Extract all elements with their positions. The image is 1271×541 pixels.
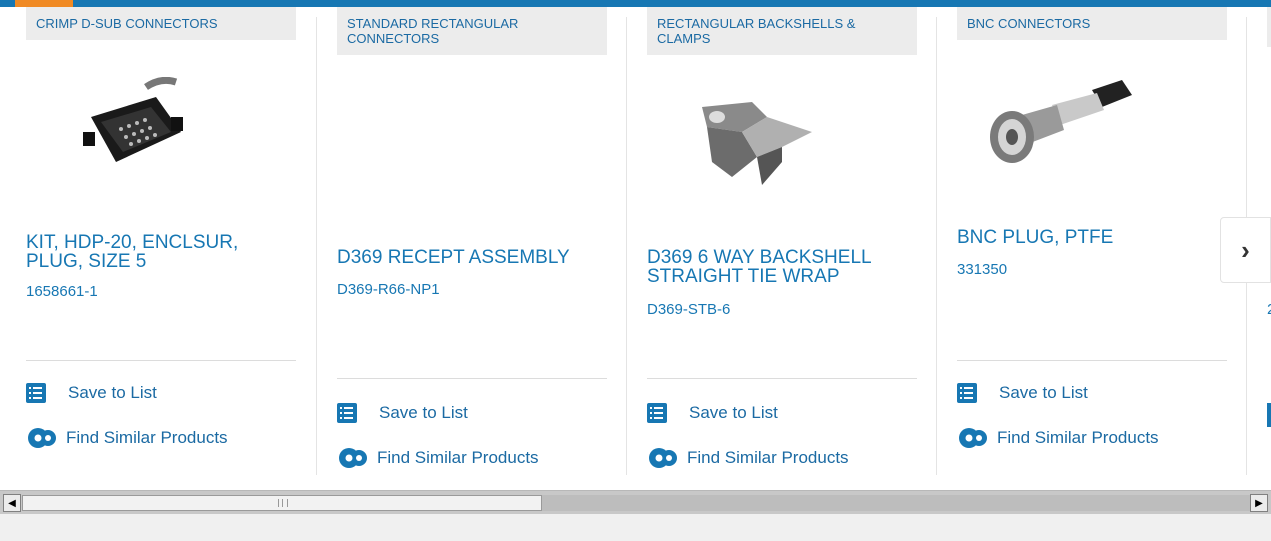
- product-card: STANDARD RECTANGULAR CONNECTORS D369 REC…: [337, 7, 607, 485]
- footer-area: [0, 514, 1271, 541]
- gears-icon: [339, 448, 367, 468]
- checklist-icon: [26, 383, 46, 403]
- product-title[interactable]: BNC PLUG, PTFE: [957, 228, 1217, 247]
- checklist-icon: [957, 383, 977, 403]
- product-image[interactable]: [51, 76, 211, 187]
- checklist-icon: [1267, 403, 1271, 427]
- card-separator: [316, 17, 317, 475]
- grip-icon: [278, 499, 288, 507]
- card-divider: [957, 360, 1227, 361]
- gears-icon: [649, 448, 677, 468]
- part-number[interactable]: 331350: [957, 261, 1007, 278]
- save-to-list-button[interactable]: Save to List: [337, 403, 468, 423]
- product-title[interactable]: D369 6 WAY BACKSHELL STRAIGHT TIE WRAP: [647, 248, 907, 286]
- card-divider: [647, 378, 917, 379]
- save-label: Save to List: [689, 403, 778, 422]
- category-tab: [1267, 7, 1271, 47]
- card-separator: [936, 17, 937, 475]
- bnc-plug-image: [990, 80, 1132, 163]
- gears-icon: [28, 428, 56, 448]
- save-to-list-button[interactable]: Save to List: [647, 403, 778, 423]
- part-number[interactable]: 2: [1267, 301, 1271, 318]
- carousel-next-button[interactable]: ›: [1220, 217, 1271, 283]
- scroll-left-arrow[interactable]: ◀: [3, 494, 21, 512]
- product-title[interactable]: KIT, HDP-20, ENCLSUR, PLUG, SIZE 5: [26, 233, 286, 271]
- save-to-list-button[interactable]: Save to List: [957, 383, 1088, 403]
- category-tab[interactable]: BNC CONNECTORS: [957, 7, 1227, 40]
- chevron-right-icon: ›: [1241, 234, 1250, 265]
- category-tab[interactable]: CRIMP D-SUB CONNECTORS: [26, 7, 296, 40]
- find-similar-button[interactable]: Find Similar Products: [957, 426, 1159, 450]
- find-similar-button[interactable]: Find Similar Products: [26, 426, 228, 450]
- d-sub-plug-image: [83, 76, 183, 162]
- active-indicator: [15, 0, 73, 7]
- category-tab[interactable]: RECTANGULAR BACKSHELLS & CLAMPS: [647, 7, 917, 55]
- product-card: CRIMP D-SUB CONNECTORS KIT, HDP-20, ENCL…: [26, 7, 296, 485]
- find-similar-label: Find Similar Products: [687, 448, 849, 467]
- find-similar-button[interactable]: Find Similar Products: [337, 446, 539, 470]
- category-tab[interactable]: STANDARD RECTANGULAR CONNECTORS: [337, 7, 607, 55]
- product-title[interactable]: D369 RECEPT ASSEMBLY: [337, 248, 597, 267]
- gears-icon: [959, 428, 987, 448]
- save-to-list-button[interactable]: Save to List: [26, 383, 157, 403]
- product-image[interactable]: [672, 87, 832, 197]
- save-label: Save to List: [379, 403, 468, 422]
- product-card: BNC CONNECTORS BNC PLUG, PTFE 331350 Sav…: [957, 7, 1227, 485]
- find-similar-label: Find Similar Products: [997, 428, 1159, 447]
- scroll-right-arrow[interactable]: ▶: [1250, 494, 1268, 512]
- part-number[interactable]: D369-R66-NP1: [337, 281, 440, 298]
- top-accent-bar: [0, 0, 1271, 7]
- part-number[interactable]: 1658661-1: [26, 283, 98, 300]
- product-image[interactable]: [982, 75, 1142, 185]
- product-card: RECTANGULAR BACKSHELLS & CLAMPS D369 6 W…: [647, 7, 917, 485]
- horizontal-scrollbar[interactable]: ◀ ▶: [0, 490, 1271, 514]
- save-label: Save to List: [68, 383, 157, 402]
- save-label: Save to List: [999, 383, 1088, 402]
- product-carousel: CRIMP D-SUB CONNECTORS KIT, HDP-20, ENCL…: [0, 7, 1271, 485]
- find-similar-button[interactable]: Find Similar Products: [647, 446, 849, 470]
- find-similar-label: Find Similar Products: [66, 428, 228, 447]
- card-divider: [26, 360, 296, 361]
- checklist-icon: [337, 403, 357, 423]
- card-separator: [626, 17, 627, 475]
- scrollbar-thumb[interactable]: [22, 495, 542, 511]
- find-similar-label: Find Similar Products: [377, 448, 539, 467]
- card-divider: [337, 378, 607, 379]
- backshell-image: [702, 102, 812, 185]
- checklist-icon: [647, 403, 667, 423]
- part-number[interactable]: D369-STB-6: [647, 301, 730, 318]
